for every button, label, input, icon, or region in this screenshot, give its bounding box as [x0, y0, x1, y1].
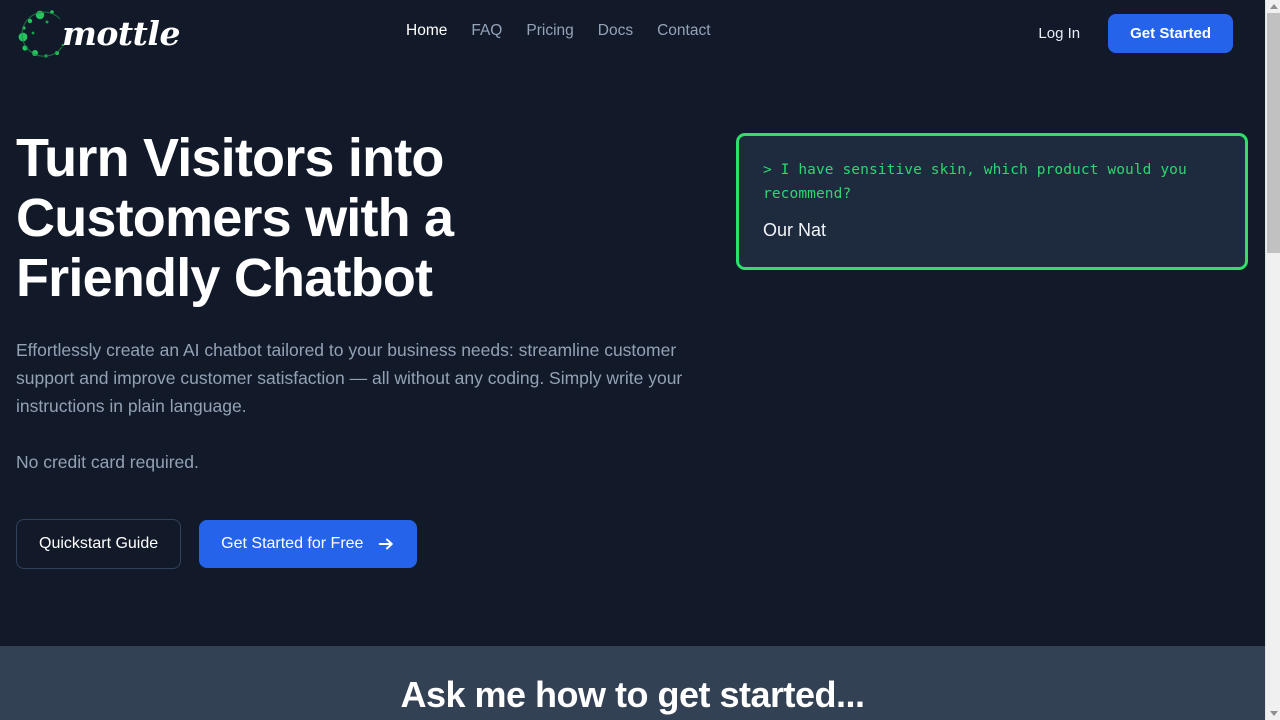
quickstart-guide-button[interactable]: Quickstart Guide	[16, 519, 182, 569]
browser-viewport: mottle Home FAQ Pricing Docs Contact Log…	[0, 0, 1265, 720]
hero-copy: Turn Visitors into Customers with a Frie…	[16, 128, 716, 569]
hero-cta-row: Quickstart Guide Get Started for Free	[16, 519, 716, 569]
nav-item-home[interactable]: Home	[406, 22, 471, 40]
hero-section: Turn Visitors into Customers with a Frie…	[0, 68, 1265, 646]
scroll-down-arrow-icon[interactable]	[1266, 707, 1280, 720]
nav-item-faq[interactable]: FAQ	[471, 22, 526, 40]
chat-demo-answer: Our Nat	[763, 220, 827, 240]
nav-item-contact[interactable]: Contact	[657, 22, 734, 40]
page-title: Turn Visitors into Customers with a Frie…	[16, 128, 454, 308]
arrow-right-icon	[379, 538, 394, 550]
logo[interactable]: mottle	[16, 6, 180, 62]
ask-me-title: Ask me how to get started...	[400, 674, 865, 715]
chat-demo-question: > I have sensitive skin, which product w…	[763, 162, 1187, 202]
site-header: mottle Home FAQ Pricing Docs Contact Log…	[0, 0, 1265, 68]
scrollbar-thumb[interactable]	[1267, 13, 1280, 253]
get-started-button[interactable]: Get Started	[1108, 14, 1233, 53]
get-started-for-free-label: Get Started for Free	[221, 535, 364, 552]
chatbot-demo-card: > I have sensitive skin, which product w…	[736, 133, 1248, 270]
nav-item-docs[interactable]: Docs	[598, 22, 657, 40]
logo-text: mottle	[62, 14, 180, 53]
login-link[interactable]: Log In	[1038, 25, 1080, 42]
hero-subtitle: Effortlessly create an AI chatbot tailor…	[16, 340, 683, 416]
auth-actions: Log In Get Started	[1038, 14, 1233, 53]
get-started-for-free-button[interactable]: Get Started for Free	[199, 520, 418, 568]
browser-scrollbar[interactable]	[1265, 0, 1280, 720]
no-credit-card-note: No credit card required.	[16, 452, 199, 472]
nav-item-pricing[interactable]: Pricing	[526, 22, 597, 40]
scroll-up-arrow-icon[interactable]	[1266, 0, 1280, 13]
ask-me-section: Ask me how to get started...	[0, 646, 1265, 720]
page-root: mottle Home FAQ Pricing Docs Contact Log…	[0, 0, 1280, 720]
main-nav: Home FAQ Pricing Docs Contact	[406, 22, 735, 40]
